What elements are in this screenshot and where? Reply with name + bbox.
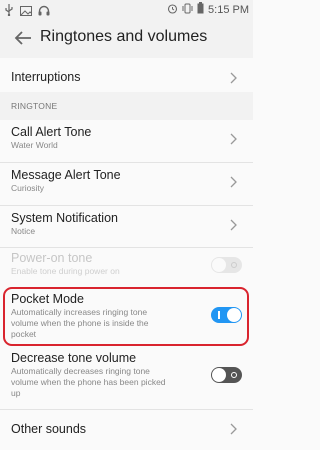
other-sounds-item[interactable]: Other sounds xyxy=(0,410,253,446)
highlight-box xyxy=(3,287,249,346)
system-notification-item[interactable]: System Notification Notice xyxy=(0,206,253,248)
alarm-icon xyxy=(167,3,178,17)
message-alert-tone-item[interactable]: Message Alert Tone Curiosity xyxy=(0,163,253,205)
call-alert-tone-value: Water World xyxy=(11,140,58,150)
decrease-tone-volume-item[interactable]: Decrease tone volume Automatically decre… xyxy=(0,348,253,408)
back-arrow-icon[interactable] xyxy=(12,27,34,49)
chevron-right-icon xyxy=(230,132,238,145)
chevron-right-icon xyxy=(230,218,238,231)
page-title: Ringtones and volumes xyxy=(40,28,208,45)
interruptions-item[interactable]: Interruptions xyxy=(0,58,253,92)
call-alert-tone-label: Call Alert Tone xyxy=(11,125,92,139)
chevron-right-icon xyxy=(230,71,238,84)
system-notification-label: System Notification xyxy=(11,211,118,225)
call-alert-tone-item[interactable]: Call Alert Tone Water World xyxy=(0,120,253,162)
power-on-tone-description: Enable tone during power on xyxy=(11,266,120,276)
chevron-right-icon xyxy=(230,175,238,188)
power-on-tone-item: Power-on tone Enable tone during power o… xyxy=(0,248,253,286)
interruptions-label: Interruptions xyxy=(11,70,81,84)
status-time: 5:15 PM xyxy=(208,3,249,16)
status-bar: 5:15 PM xyxy=(0,0,253,18)
battery-icon xyxy=(197,2,204,17)
app-bar: Ringtones and volumes xyxy=(0,18,253,58)
decrease-tone-volume-label: Decrease tone volume xyxy=(11,351,137,365)
decrease-tone-volume-toggle[interactable] xyxy=(211,367,242,383)
system-notification-value: Notice xyxy=(11,226,36,236)
message-alert-tone-value: Curiosity xyxy=(11,183,45,193)
chevron-right-icon xyxy=(230,422,238,435)
power-on-tone-label: Power-on tone xyxy=(11,251,93,265)
other-sounds-label: Other sounds xyxy=(11,422,87,436)
vibrate-icon xyxy=(182,3,193,17)
decrease-tone-volume-description: Automatically decreases ringing tone vol… xyxy=(11,366,166,398)
message-alert-tone-label: Message Alert Tone xyxy=(11,168,121,182)
power-on-tone-toggle xyxy=(211,257,242,273)
section-label-ringtone: RINGTONE xyxy=(11,101,58,111)
